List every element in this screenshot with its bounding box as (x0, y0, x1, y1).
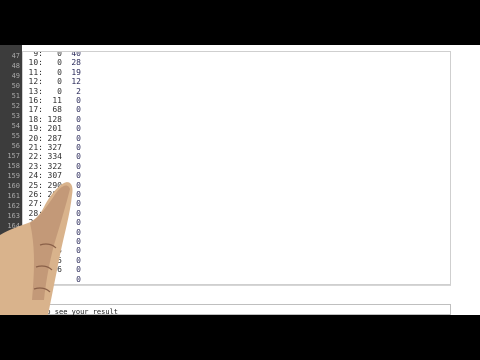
line-number: 54 (11, 122, 20, 130)
line-number: 163 (7, 212, 20, 220)
line-number: 52 (11, 102, 20, 110)
output-row: 35: 0 (23, 274, 450, 284)
line-number: 50 (11, 82, 20, 90)
line-number: 49 (11, 72, 20, 80)
line-number: 162 (7, 202, 20, 210)
line-number: 164 (7, 222, 20, 230)
line-number: 161 (7, 192, 20, 200)
line-number: 48 (11, 62, 20, 70)
line-number: 165 (7, 232, 20, 240)
output-cell: 0 (76, 274, 81, 284)
divider (22, 285, 451, 286)
line-number: 159 (7, 172, 20, 180)
line-number: 160 (7, 182, 20, 190)
line-number: 55 (11, 132, 20, 140)
line-number: 53 (11, 112, 20, 120)
run-button[interactable]: RUN (0, 283, 40, 297)
line-number: 157 (7, 152, 20, 160)
line-number: 56 (11, 142, 20, 150)
code-window: 47 48 49 50 51 52 53 54 55 56 157 158 159 160 161 162 16… (0, 45, 480, 315)
line-number-gutter: 47 48 49 50 51 52 53 54 55 56 157 158 159 160 161 162 16… (0, 45, 22, 315)
line-number: 51 (11, 92, 20, 100)
line-number: 158 (7, 162, 20, 170)
result-hint: ess 'Run' to see your result (0, 308, 119, 315)
run-button-label: RUN (3, 286, 19, 294)
line-number: 166 (7, 242, 20, 250)
line-number: 47 (11, 52, 20, 60)
output-panel[interactable]: 9: 0 40 10: 0 28 11: 0 19 12: 0 12 13: 0 2 16: 11 0 17: 68 0… (22, 51, 451, 285)
